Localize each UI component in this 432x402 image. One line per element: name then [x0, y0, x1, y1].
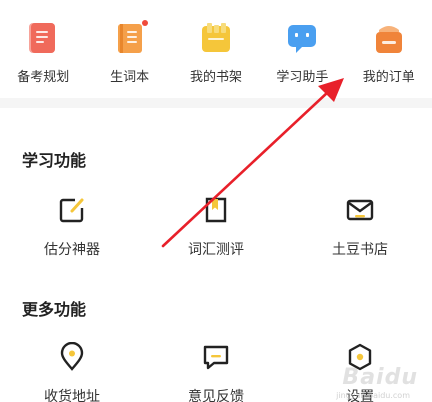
- edit-icon: [57, 195, 87, 225]
- watermark-logo: Baidu: [342, 365, 418, 390]
- top-nav-label: 学习助手: [276, 70, 329, 85]
- top-nav: 备考规划 生词本 我的书架 学习助手 我的订单: [0, 0, 432, 98]
- watermark-url: jingyan.baidu.com: [336, 391, 410, 400]
- mail-icon: [345, 195, 375, 225]
- bookshelf-icon: [198, 20, 234, 56]
- top-nav-item-orders[interactable]: 我的订单: [346, 0, 432, 98]
- planner-icon: [25, 20, 61, 56]
- top-nav-label: 生词本: [110, 70, 150, 85]
- section-divider: [0, 98, 432, 108]
- top-nav-item-study-assistant[interactable]: 学习助手: [259, 0, 345, 98]
- feature-score-estimator[interactable]: 估分神器: [0, 195, 144, 259]
- top-nav-label: 备考规划: [17, 70, 70, 85]
- top-nav-item-planner[interactable]: 备考规划: [0, 0, 86, 98]
- top-nav-item-vocabulary[interactable]: 生词本: [86, 0, 172, 98]
- feature-label: 词汇测评: [188, 242, 244, 258]
- section-title-more: 更多功能: [22, 300, 87, 319]
- feature-label: 意见反馈: [188, 389, 244, 402]
- top-nav-item-bookshelf[interactable]: 我的书架: [173, 0, 259, 98]
- feature-feedback[interactable]: 意见反馈: [144, 342, 288, 402]
- feature-label: 估分神器: [44, 242, 100, 258]
- top-nav-label: 我的订单: [362, 70, 415, 85]
- notification-dot: [141, 20, 148, 26]
- feature-vocabulary-test[interactable]: 词汇测评: [144, 195, 288, 259]
- top-nav-label: 我的书架: [189, 70, 242, 85]
- feature-bookstore[interactable]: 土豆书店: [288, 195, 432, 259]
- feature-shipping-address[interactable]: 收货地址: [0, 341, 144, 402]
- orders-icon: [371, 20, 407, 56]
- feedback-icon: [201, 342, 231, 372]
- location-pin-icon: [57, 341, 87, 372]
- feature-label: 收货地址: [44, 389, 100, 402]
- vocabulary-book-icon: [112, 20, 148, 56]
- feature-label: 土豆书店: [332, 242, 388, 258]
- bookmark-icon: [201, 195, 231, 225]
- study-assistant-icon: [284, 20, 320, 56]
- section-title-study: 学习功能: [22, 151, 87, 170]
- study-features-grid: 估分神器 词汇测评 土豆书店: [0, 195, 432, 259]
